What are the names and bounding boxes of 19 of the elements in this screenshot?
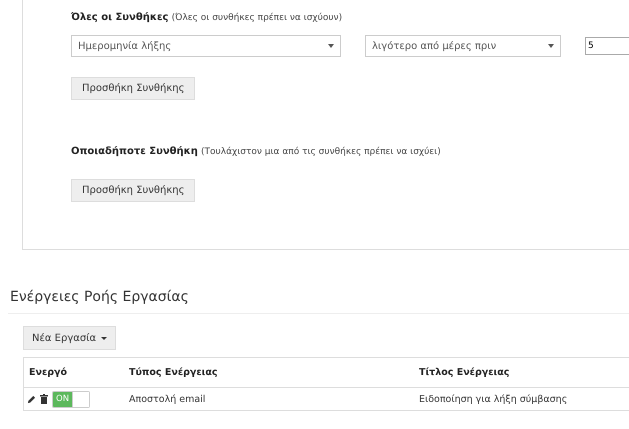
- field-dropdown[interactable]: Ημερομηνία λήξης: [71, 35, 341, 57]
- caret-icon: [101, 336, 108, 340]
- add-condition-button[interactable]: Προσθήκη Συνθήκης: [71, 77, 196, 100]
- value-field[interactable]: 5: [585, 37, 629, 55]
- column-header: Ενεργό: [28, 367, 68, 378]
- caret-icon: [328, 44, 334, 48]
- section-heading: Οποιαδήποτε Συνθήκη (Τουλάχιστον μια από τις συνθήκες πρέπει να ισχύει): [71, 146, 442, 157]
- trash-icon[interactable]: [40, 394, 48, 404]
- caret-icon: [548, 44, 554, 48]
- table-cell-text: Ειδοποίηση για λήξη σύμβασης: [418, 394, 568, 404]
- section-heading: Όλες οι Συνθήκες (Όλες οι συνθήκες πρέπει να ισχύουν): [71, 12, 344, 23]
- pencil-icon[interactable]: [27, 394, 36, 404]
- column-header: Τίτλος Ενέργειας: [418, 367, 510, 378]
- new-task-button[interactable]: Νέα Εργασία: [23, 326, 116, 350]
- add-condition-button[interactable]: Προσθήκη Συνθήκης: [71, 179, 196, 202]
- operator-dropdown[interactable]: λιγότερο από μέρες πριν: [365, 35, 561, 57]
- section-title: Ενέργειες Ροής Εργασίας: [10, 289, 190, 305]
- table-cell-text: Αποστολή email: [128, 394, 206, 404]
- column-header: Τύπος Ενέργειας: [128, 367, 219, 378]
